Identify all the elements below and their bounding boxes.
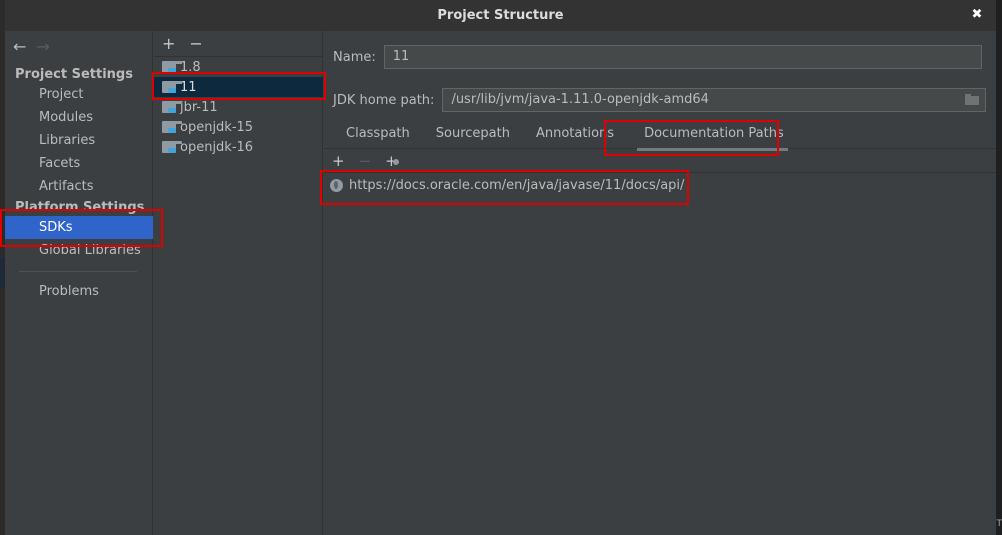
tab-documentation-paths[interactable]: Documentation Paths: [634, 119, 794, 151]
jdk-folder-icon: [162, 61, 182, 73]
add-sdk-button[interactable]: +: [162, 34, 175, 53]
background-ide-right: T: [996, 0, 1002, 535]
name-input[interactable]: 11: [383, 45, 982, 69]
jdk-folder-icon: [162, 141, 182, 153]
sdk-list-pane: + − 1.8 11 jbr-11 openjdk-15 openjdk-16: [154, 31, 323, 535]
sdk-details-pane: Name: 11 JDK home path: /usr/lib/jvm/jav…: [324, 31, 996, 535]
doc-paths-divider: [324, 172, 996, 173]
nav-item-global-libraries[interactable]: Global Libraries: [5, 239, 153, 262]
jdk-home-path-value: /usr/lib/jvm/java-1.11.0-openjdk-amd64: [451, 92, 709, 107]
background-glyph: T: [996, 519, 1002, 529]
section-platform-settings: Platform Settings: [15, 200, 145, 215]
doc-path-url: https://docs.oracle.com/en/java/javase/1…: [349, 177, 685, 193]
section-project-settings: Project Settings: [15, 67, 133, 82]
back-arrow-icon[interactable]: ←: [13, 37, 26, 56]
forward-arrow-icon: →: [36, 37, 50, 56]
sdk-item-label: openjdk-15: [180, 119, 254, 135]
sdk-item-1-8[interactable]: 1.8: [154, 57, 323, 77]
nav-item-facets[interactable]: Facets: [5, 152, 153, 175]
nav-item-sdks[interactable]: SDKs: [5, 216, 153, 239]
sdk-item-openjdk-16[interactable]: openjdk-16: [154, 137, 323, 157]
nav-item-libraries[interactable]: Libraries: [5, 129, 153, 152]
tab-annotations[interactable]: Annotations: [526, 119, 624, 149]
doc-path-item[interactable]: https://docs.oracle.com/en/java/javase/1…: [330, 175, 684, 195]
remove-sdk-button[interactable]: −: [189, 34, 202, 53]
sdk-item-label: 11: [180, 79, 197, 95]
project-structure-dialog: Project Structure ✖ ← → Project Settings…: [5, 0, 996, 535]
add-doc-path-button[interactable]: +: [332, 152, 345, 170]
jdk-folder-icon: [162, 81, 182, 93]
title-bar[interactable]: Project Structure ✖: [5, 0, 996, 31]
jdk-folder-icon: [162, 101, 182, 113]
doc-paths-toolbar: + − +: [332, 152, 400, 170]
nav-item-artifacts[interactable]: Artifacts: [5, 175, 153, 198]
nav-item-project[interactable]: Project: [5, 83, 153, 106]
jdk-home-path-input[interactable]: /usr/lib/jvm/java-1.11.0-openjdk-amd64: [442, 88, 987, 112]
globe-icon: [330, 178, 343, 192]
sdk-item-label: 1.8: [180, 59, 201, 75]
sdk-item-label: openjdk-16: [180, 139, 254, 155]
tab-classpath[interactable]: Classpath: [336, 119, 420, 149]
dialog-title: Project Structure: [437, 8, 564, 23]
nav-item-problems[interactable]: Problems: [5, 280, 153, 303]
name-label: Name:: [333, 49, 376, 65]
sdk-item-openjdk-15[interactable]: openjdk-15: [154, 117, 323, 137]
jdk-folder-icon: [162, 121, 182, 133]
settings-nav: ← → Project Settings Project Modules Lib…: [5, 31, 153, 535]
nav-divider: [19, 271, 137, 272]
sdk-tabs: Classpath Sourcepath Annotations Documen…: [324, 119, 996, 151]
sdk-item-11[interactable]: 11: [154, 77, 323, 97]
jdk-home-path-label: JDK home path:: [333, 92, 435, 108]
sdk-item-label: jbr-11: [180, 99, 218, 115]
nav-item-modules[interactable]: Modules: [5, 106, 153, 129]
add-doc-url-button[interactable]: +: [385, 152, 400, 170]
close-icon[interactable]: ✖: [970, 8, 984, 22]
sdk-item-jbr-11[interactable]: jbr-11: [154, 97, 323, 117]
globe-small-icon: [393, 159, 400, 165]
remove-doc-path-button: −: [358, 152, 372, 170]
browse-folder-icon[interactable]: [965, 94, 980, 105]
tab-sourcepath[interactable]: Sourcepath: [426, 119, 520, 149]
